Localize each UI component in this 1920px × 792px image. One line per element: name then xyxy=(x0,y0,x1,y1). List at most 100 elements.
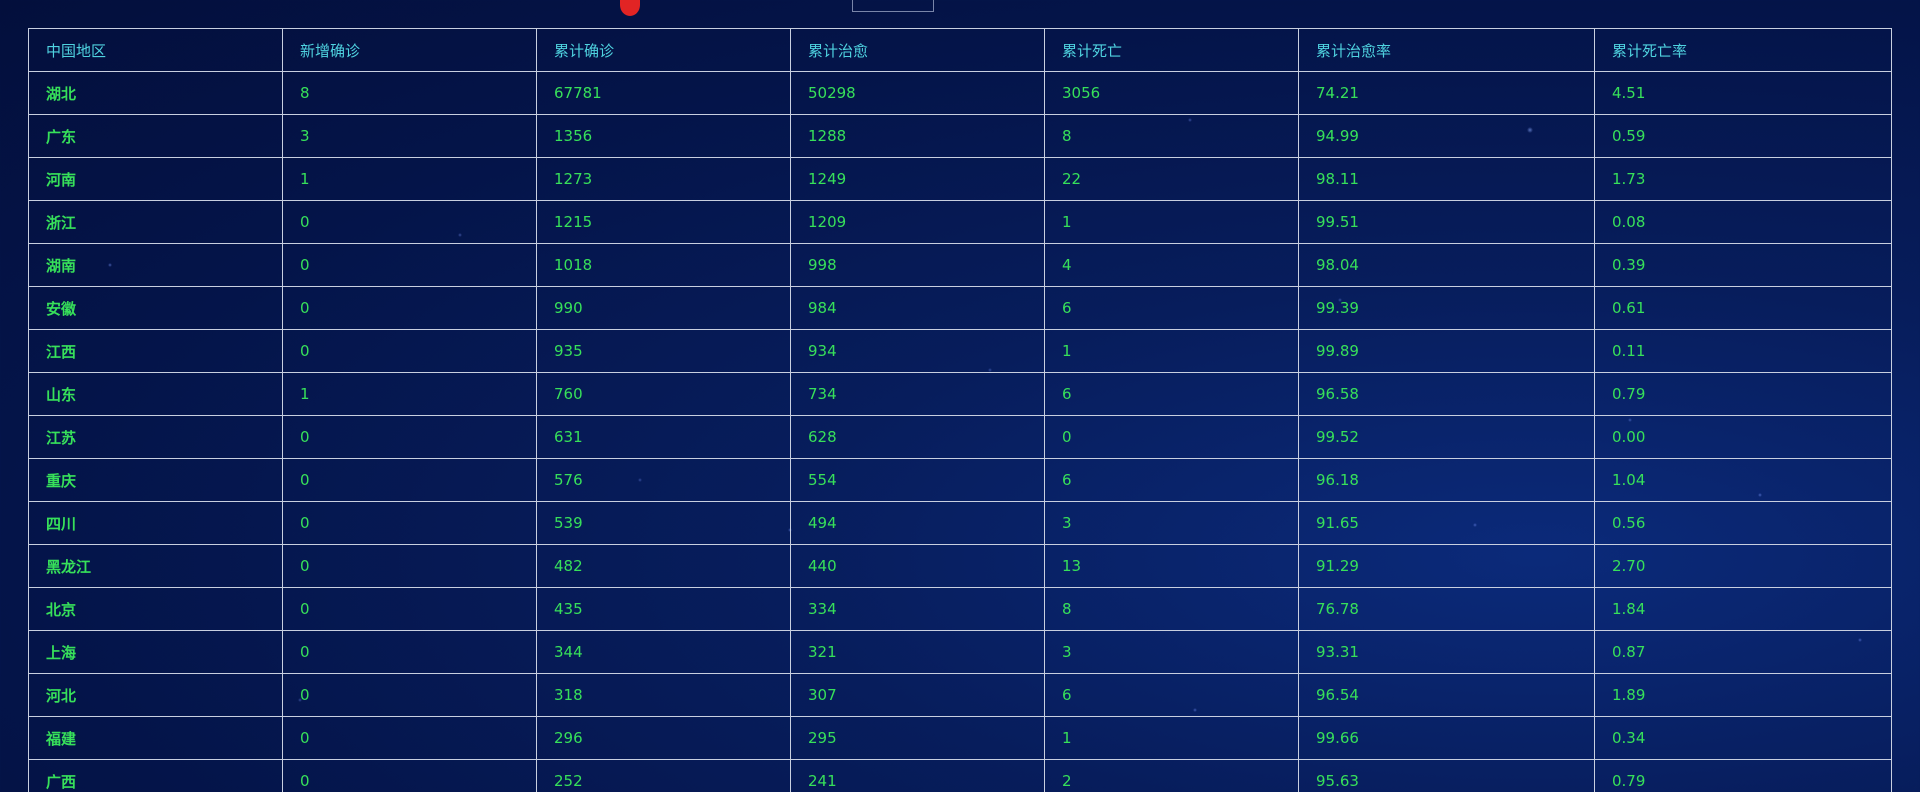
cell-total-deaths: 1 xyxy=(1044,716,1299,760)
cell-cure-rate: 98.04 xyxy=(1298,243,1595,287)
cell-total-confirmed: 252 xyxy=(536,759,791,792)
cell-death-rate: 1.73 xyxy=(1594,157,1892,201)
cell-total-confirmed: 631 xyxy=(536,415,791,459)
cell-death-rate: 0.79 xyxy=(1594,372,1892,416)
cell-total-confirmed: 1356 xyxy=(536,114,791,158)
cell-total-deaths: 3 xyxy=(1044,630,1299,674)
table-row: 湖北 8 67781 50298 3056 74.21 4.51 xyxy=(28,71,1892,115)
cell-cure-rate: 99.39 xyxy=(1298,286,1595,330)
cell-region: 河北 xyxy=(28,673,283,717)
cell-cure-rate: 94.99 xyxy=(1298,114,1595,158)
cell-region: 安徽 xyxy=(28,286,283,330)
cell-total-confirmed: 318 xyxy=(536,673,791,717)
cell-cure-rate: 98.11 xyxy=(1298,157,1595,201)
cell-cure-rate: 91.65 xyxy=(1298,501,1595,545)
cell-death-rate: 1.04 xyxy=(1594,458,1892,502)
cell-region: 湖北 xyxy=(28,71,283,115)
table-row: 上海 0 344 321 3 93.31 0.87 xyxy=(28,630,1892,674)
table-row: 福建 0 296 295 1 99.66 0.34 xyxy=(28,716,1892,760)
cell-cure-rate: 96.18 xyxy=(1298,458,1595,502)
header-total-deaths: 累计死亡 xyxy=(1044,28,1299,72)
cell-total-confirmed: 435 xyxy=(536,587,791,631)
cell-total-cured: 50298 xyxy=(790,71,1045,115)
header-death-rate: 累计死亡率 xyxy=(1594,28,1892,72)
red-marker-icon xyxy=(620,0,640,16)
cell-region: 江西 xyxy=(28,329,283,373)
cell-cure-rate: 96.58 xyxy=(1298,372,1595,416)
cell-cure-rate: 91.29 xyxy=(1298,544,1595,588)
cell-death-rate: 0.34 xyxy=(1594,716,1892,760)
cell-new-confirmed: 0 xyxy=(282,415,537,459)
cell-region: 福建 xyxy=(28,716,283,760)
cell-new-confirmed: 3 xyxy=(282,114,537,158)
cell-new-confirmed: 0 xyxy=(282,673,537,717)
cell-death-rate: 1.84 xyxy=(1594,587,1892,631)
cell-region: 广东 xyxy=(28,114,283,158)
table-row: 河南 1 1273 1249 22 98.11 1.73 xyxy=(28,157,1892,201)
cell-new-confirmed: 0 xyxy=(282,286,537,330)
epidemic-data-table: 中国地区 新增确诊 累计确诊 累计治愈 累计死亡 累计治愈率 累计死亡率 湖北 8… xyxy=(28,28,1892,792)
cell-total-confirmed: 296 xyxy=(536,716,791,760)
cell-cure-rate: 74.21 xyxy=(1298,71,1595,115)
cell-total-deaths: 6 xyxy=(1044,286,1299,330)
cell-total-confirmed: 1273 xyxy=(536,157,791,201)
cell-total-deaths: 6 xyxy=(1044,372,1299,416)
cell-total-cured: 554 xyxy=(790,458,1045,502)
cell-new-confirmed: 1 xyxy=(282,157,537,201)
cell-new-confirmed: 8 xyxy=(282,71,537,115)
header-cure-rate: 累计治愈率 xyxy=(1298,28,1595,72)
cell-death-rate: 0.39 xyxy=(1594,243,1892,287)
table-row: 广西 0 252 241 2 95.63 0.79 xyxy=(28,759,1892,792)
cell-total-cured: 1249 xyxy=(790,157,1045,201)
cell-total-confirmed: 990 xyxy=(536,286,791,330)
cell-total-cured: 1288 xyxy=(790,114,1045,158)
cell-total-deaths: 8 xyxy=(1044,114,1299,158)
cell-region: 浙江 xyxy=(28,200,283,244)
cell-region: 山东 xyxy=(28,372,283,416)
cell-total-deaths: 0 xyxy=(1044,415,1299,459)
cell-death-rate: 0.56 xyxy=(1594,501,1892,545)
cell-total-confirmed: 539 xyxy=(536,501,791,545)
table-row: 重庆 0 576 554 6 96.18 1.04 xyxy=(28,458,1892,502)
table-row: 广东 3 1356 1288 8 94.99 0.59 xyxy=(28,114,1892,158)
cell-total-deaths: 13 xyxy=(1044,544,1299,588)
cell-death-rate: 0.11 xyxy=(1594,329,1892,373)
table-row: 河北 0 318 307 6 96.54 1.89 xyxy=(28,673,1892,717)
cell-total-cured: 295 xyxy=(790,716,1045,760)
cell-total-deaths: 1 xyxy=(1044,329,1299,373)
cell-total-confirmed: 482 xyxy=(536,544,791,588)
cell-death-rate: 2.70 xyxy=(1594,544,1892,588)
table-body: 湖北 8 67781 50298 3056 74.21 4.51 广东 3 1356 1288 8 94… xyxy=(28,71,1892,792)
cell-total-deaths: 3056 xyxy=(1044,71,1299,115)
cell-new-confirmed: 0 xyxy=(282,716,537,760)
table-row: 四川 0 539 494 3 91.65 0.56 xyxy=(28,501,1892,545)
cell-cure-rate: 99.51 xyxy=(1298,200,1595,244)
cell-total-deaths: 22 xyxy=(1044,157,1299,201)
cell-new-confirmed: 0 xyxy=(282,329,537,373)
cell-total-deaths: 6 xyxy=(1044,673,1299,717)
cell-region: 黑龙江 xyxy=(28,544,283,588)
top-button-frame[interactable] xyxy=(852,0,934,12)
cell-total-cured: 628 xyxy=(790,415,1045,459)
cell-death-rate: 4.51 xyxy=(1594,71,1892,115)
cell-death-rate: 0.08 xyxy=(1594,200,1892,244)
cell-region: 四川 xyxy=(28,501,283,545)
cell-death-rate: 1.89 xyxy=(1594,673,1892,717)
cell-cure-rate: 99.66 xyxy=(1298,716,1595,760)
cell-total-cured: 734 xyxy=(790,372,1045,416)
cell-total-deaths: 2 xyxy=(1044,759,1299,792)
header-total-cured: 累计治愈 xyxy=(790,28,1045,72)
cell-death-rate: 0.61 xyxy=(1594,286,1892,330)
cell-cure-rate: 99.52 xyxy=(1298,415,1595,459)
cell-total-deaths: 8 xyxy=(1044,587,1299,631)
cell-region: 河南 xyxy=(28,157,283,201)
cell-new-confirmed: 1 xyxy=(282,372,537,416)
cell-total-cured: 334 xyxy=(790,587,1045,631)
cell-new-confirmed: 0 xyxy=(282,630,537,674)
cell-total-confirmed: 760 xyxy=(536,372,791,416)
cell-new-confirmed: 0 xyxy=(282,458,537,502)
cell-region: 北京 xyxy=(28,587,283,631)
header-total-confirmed: 累计确诊 xyxy=(536,28,791,72)
cell-total-cured: 1209 xyxy=(790,200,1045,244)
cell-cure-rate: 96.54 xyxy=(1298,673,1595,717)
